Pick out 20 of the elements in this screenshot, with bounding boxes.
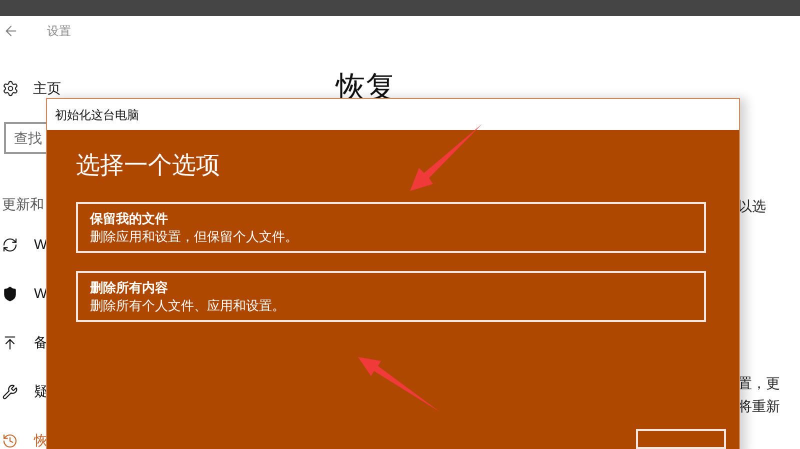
dialog-title: 初始化这台电脑 <box>55 106 139 124</box>
settings-icon <box>2 80 19 96</box>
home-item[interactable]: 主页 <box>0 76 70 100</box>
option-button[interactable]: 删除所有内容 删除所有个人文件、应用和设置。 <box>76 271 706 322</box>
dialog-heading: 选择一个选项 <box>76 151 220 181</box>
back-icon[interactable] <box>3 23 19 39</box>
nav-item[interactable]: 恢 <box>0 416 46 449</box>
annotation-arrow <box>410 124 482 191</box>
nav-item[interactable]: 备 <box>0 318 46 367</box>
section-heading: 更新和 <box>2 194 44 214</box>
nav-item[interactable]: 疑 <box>0 367 46 416</box>
option-button[interactable]: 保留我的文件 删除应用和设置，但保留个人文件。 <box>76 202 706 253</box>
search-field[interactable]: 查找 <box>4 122 46 154</box>
history-icon <box>2 432 18 448</box>
window-title: 设置 <box>47 23 71 40</box>
shield-icon <box>2 286 18 302</box>
dialog-button[interactable] <box>636 429 726 449</box>
sync-icon <box>2 236 18 252</box>
wrench-icon <box>2 384 18 400</box>
upload-icon <box>2 334 18 350</box>
